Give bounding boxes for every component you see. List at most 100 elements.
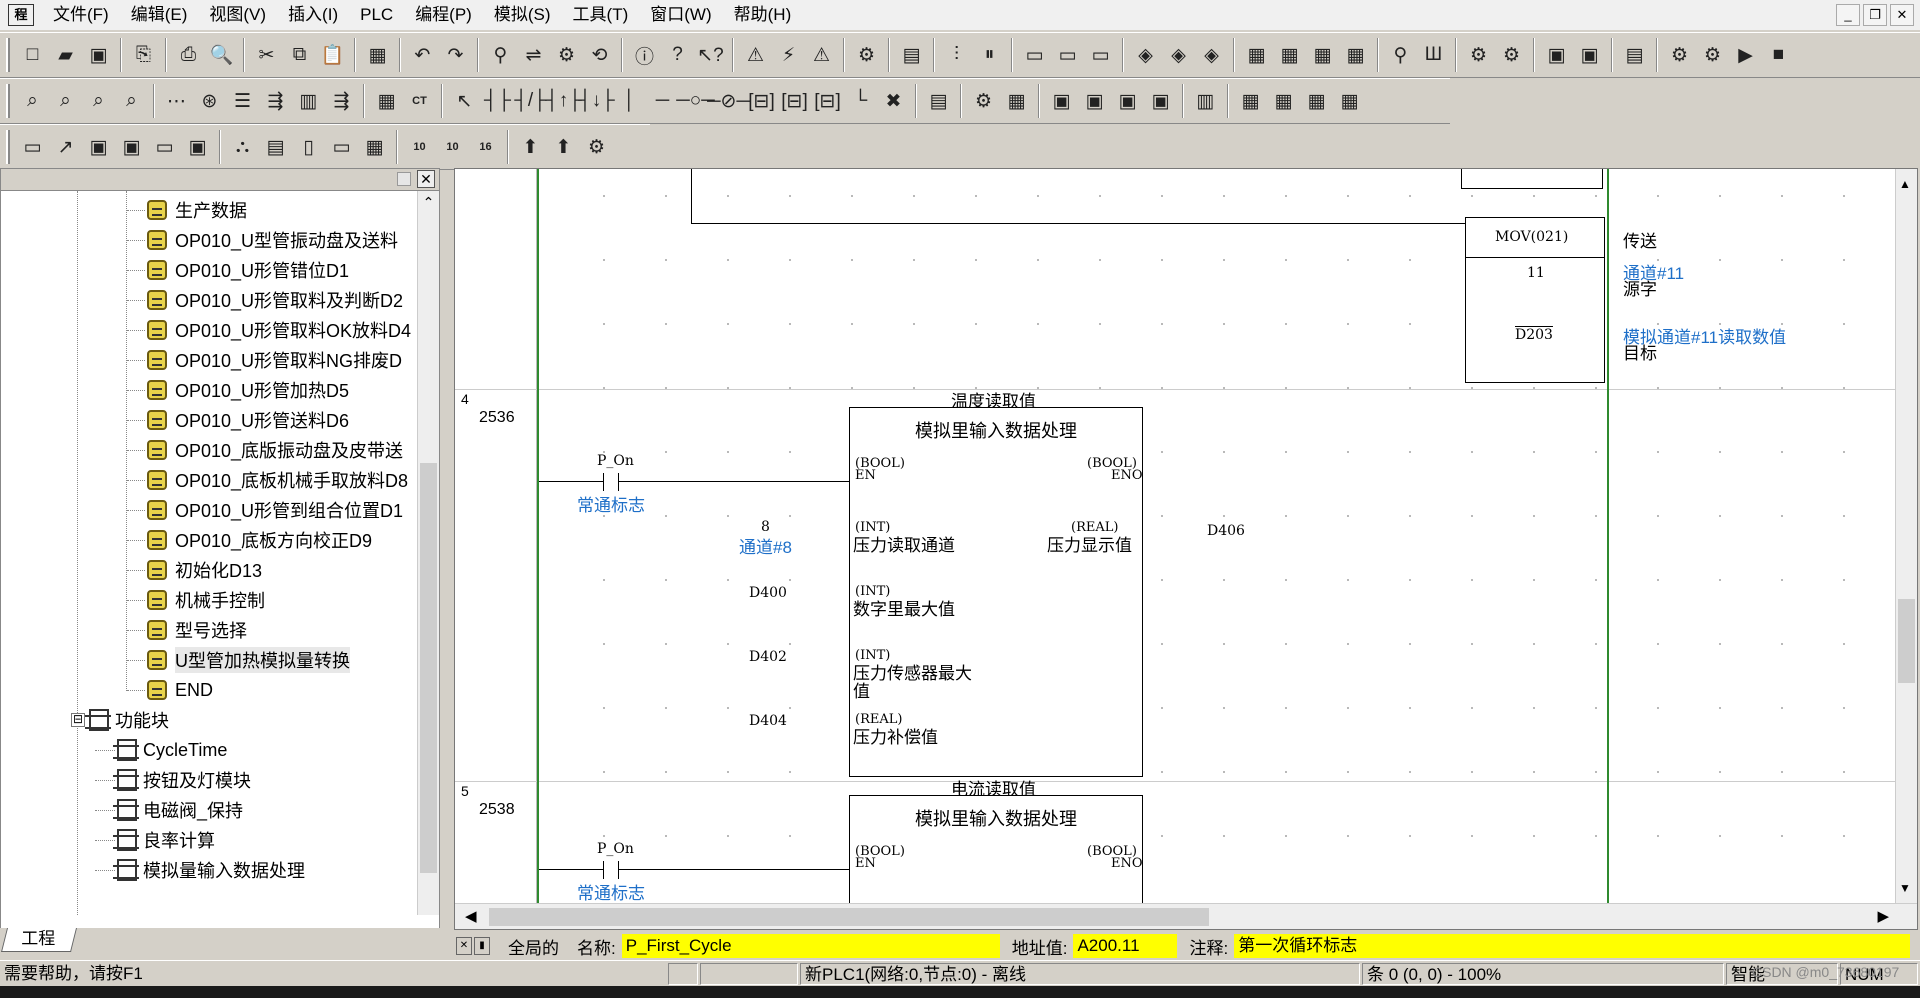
toolbar-button-icon[interactable]: ⚠	[805, 38, 838, 72]
toolbar-button-icon[interactable]: ↗	[49, 130, 82, 164]
pin-icon[interactable]	[397, 172, 411, 186]
toolbar-button-icon[interactable]: ⚙	[580, 130, 613, 164]
toolbar-button-icon[interactable]: ✂	[250, 38, 283, 72]
toolbar-button-icon[interactable]: └	[844, 84, 877, 118]
scroll-up-icon[interactable]: ⌃	[418, 191, 439, 213]
tree-item-section[interactable]: 初始化D13	[127, 555, 262, 585]
tree-item-section[interactable]: OP010_U形管错位D1	[127, 255, 349, 285]
toolbar-button-icon[interactable]: ▯	[292, 130, 325, 164]
toolbar-button-icon[interactable]: ◈	[1195, 38, 1228, 72]
ladder-diagram[interactable]: 4 2536 5 2538 MOV(021) 11 D203 传送 通道#11 …	[455, 169, 1895, 905]
tree-item-section[interactable]: OP010_U形管取料NG排废D	[127, 345, 402, 375]
tree-item-section[interactable]: OP010_U形管取料OK放料D4	[127, 315, 411, 345]
toolbar-button-icon[interactable]: [⊟]	[811, 84, 844, 118]
toolbar-button-icon[interactable]: ⚙	[1696, 38, 1729, 72]
close-icon[interactable]: ✕	[417, 170, 435, 188]
toolbar-button-icon[interactable]: ⌕	[16, 84, 49, 118]
ladder-editor[interactable]: 4 2536 5 2538 MOV(021) 11 D203 传送 通道#11 …	[454, 168, 1918, 930]
tree-item-function-block[interactable]: CycleTime	[95, 735, 227, 765]
toolbar-button-icon[interactable]: ▦	[1234, 84, 1267, 118]
tree-item-section[interactable]: END	[127, 675, 213, 705]
toolbar-button-icon[interactable]: ?	[661, 38, 694, 72]
toolbar-button-icon[interactable]: ⏸	[973, 38, 1006, 72]
app-icon[interactable]: 程	[8, 4, 34, 26]
toolbar-button-icon[interactable]: ▣	[1045, 84, 1078, 118]
tree-item-function-block[interactable]: 电磁阀_保持	[95, 795, 243, 825]
toolbar-button-icon[interactable]: ⛬	[226, 130, 259, 164]
toolbar-button-icon[interactable]: ▣	[1540, 38, 1573, 72]
toolbar-button-icon[interactable]: ⌕	[82, 84, 115, 118]
toolbar-button-icon[interactable]: ⚙	[1663, 38, 1696, 72]
toolbar-button-icon[interactable]: ↶	[406, 38, 439, 72]
toolbar-button-icon[interactable]: ◈	[1162, 38, 1195, 72]
collapse-icon[interactable]: ⊟	[71, 713, 85, 727]
no-contact[interactable]	[603, 473, 619, 491]
toolbar-button-icon[interactable]: ⬆	[547, 130, 580, 164]
toolbar-button-icon[interactable]: ⚲	[1384, 38, 1417, 72]
toolbar-button-icon[interactable]: ⓘ	[628, 38, 661, 72]
toolbar-button-icon[interactable]: ⊛	[193, 84, 226, 118]
toolbar-button-icon[interactable]: ⚙	[967, 84, 1000, 118]
no-contact[interactable]	[603, 861, 619, 879]
toolbar-button-icon[interactable]: ┤↑├	[545, 84, 581, 118]
tree-item-section[interactable]: OP010_底版振动盘及皮带送	[127, 435, 403, 465]
mov-destination-operand[interactable]: D203	[1515, 327, 1553, 343]
toolbar-button-icon[interactable]: 10	[436, 130, 469, 164]
toolbar-button-icon[interactable]: ▣	[1144, 84, 1177, 118]
toolbar-button-icon[interactable]: ▭	[148, 130, 181, 164]
toolbar-button-icon[interactable]: ▭	[16, 130, 49, 164]
toolbar-button-icon[interactable]: ▥	[292, 84, 325, 118]
toolbar-grip[interactable]	[6, 38, 10, 72]
toolbar-button-icon[interactable]: │	[613, 84, 646, 118]
input-operand[interactable]: D400	[749, 585, 787, 601]
toolbar-button-icon[interactable]: ▶	[1729, 38, 1762, 72]
editor-horizontal-scrollbar[interactable]: ◀ ▶	[455, 903, 1917, 929]
tree-item-section[interactable]: OP010_底板机械手取放料D8	[127, 465, 408, 495]
toolbar-button-icon[interactable]: ⟲	[583, 38, 616, 72]
tab-project[interactable]: 工程	[1, 928, 77, 952]
symbol-address-field[interactable]: A200.11	[1073, 934, 1178, 958]
toolbar-button-icon[interactable]: ⚠	[739, 38, 772, 72]
toolbar-button-icon[interactable]: ▣	[181, 130, 214, 164]
toolbar-button-icon[interactable]: ⚙	[850, 38, 883, 72]
toolbar-button-icon[interactable]: ⇌	[517, 38, 550, 72]
toolbar-button-icon[interactable]: 📋	[316, 38, 349, 72]
toolbar-button-icon[interactable]: ▤	[1618, 38, 1651, 72]
menu-item[interactable]: 视图(V)	[198, 0, 277, 30]
toolbar-button-icon[interactable]: ▦	[358, 130, 391, 164]
toolbar-button-icon[interactable]: ▦	[1339, 38, 1372, 72]
tree-item-section[interactable]: 型号选择	[127, 615, 247, 645]
toolbar-button-icon[interactable]: ⚡	[772, 38, 805, 72]
tree-item-section[interactable]: 生产数据	[127, 195, 247, 225]
toolbar-button-icon[interactable]: ↖?	[694, 38, 727, 72]
toolbar-button-icon[interactable]: ⚙	[550, 38, 583, 72]
tree-item-section[interactable]: OP010_U形管加热D5	[127, 375, 349, 405]
toolbar-button-icon[interactable]: ✖	[877, 84, 910, 118]
toolbar-button-icon[interactable]: ⬆	[514, 130, 547, 164]
toolbar-button-icon[interactable]: □	[16, 38, 49, 72]
toolbar-button-icon[interactable]: ⋯	[160, 84, 193, 118]
menu-item[interactable]: 编辑(E)	[120, 0, 199, 30]
toolbar-button-icon[interactable]: ▭	[325, 130, 358, 164]
toolbar-button-icon[interactable]: ↖	[448, 84, 481, 118]
toolbar-button-icon[interactable]: ▭	[1018, 38, 1051, 72]
toolbar-button-icon[interactable]: ⇶	[259, 84, 292, 118]
scroll-thumb[interactable]	[489, 908, 1209, 926]
input-operand[interactable]: D402	[749, 649, 787, 665]
toolbar-button-icon[interactable]: ⚙	[1462, 38, 1495, 72]
toolbar-button-icon[interactable]: ▤	[922, 84, 955, 118]
toolbar-button-icon[interactable]: ─	[646, 84, 679, 118]
toolbar-button-icon[interactable]: ■	[1762, 38, 1795, 72]
toolbar-button-icon[interactable]: ⎙	[172, 38, 205, 72]
toolbar-button-icon[interactable]: CT	[403, 84, 436, 118]
toolbar-button-icon[interactable]: ☰	[226, 84, 259, 118]
tree-folder-function-blocks[interactable]: ⊟ 功能块	[71, 705, 169, 735]
toolbar-button-icon[interactable]: ▦	[1306, 38, 1339, 72]
toolbar-button-icon[interactable]: ⧉	[283, 38, 316, 72]
mov-source-operand[interactable]: 11	[1527, 265, 1545, 281]
toolbar-button-icon[interactable]: ▭	[1084, 38, 1117, 72]
menu-item[interactable]: 模拟(S)	[483, 0, 562, 30]
input-operand[interactable]: D404	[749, 713, 787, 729]
minimize-button[interactable]: _	[1836, 4, 1860, 26]
output-operand[interactable]: D406	[1207, 523, 1245, 539]
